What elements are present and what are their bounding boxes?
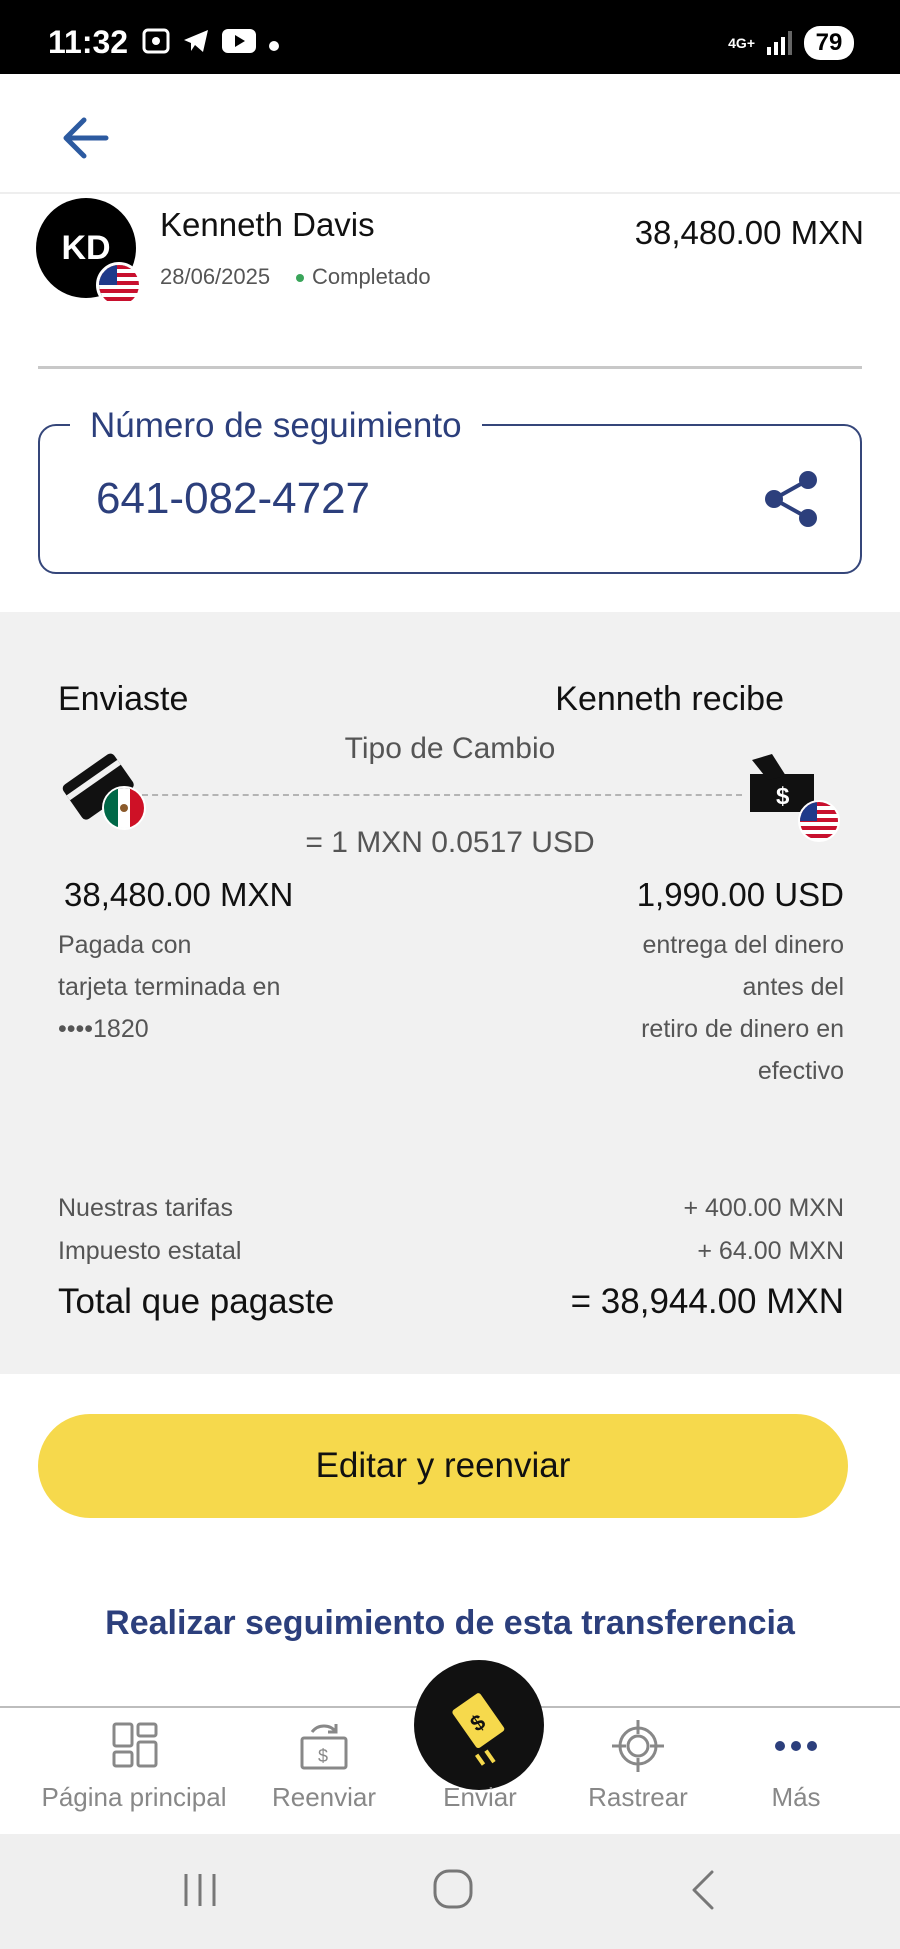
fees-value: + 400.00 MXN [683, 1194, 844, 1222]
share-button[interactable] [758, 466, 824, 532]
us-flag-icon [96, 262, 142, 308]
sent-title: Enviaste [58, 680, 189, 718]
payment-line: Pagada con [58, 931, 192, 959]
tracking-number[interactable]: 641-082-4727 [96, 474, 370, 524]
transfer-amount: 38,480.00 MXN [634, 214, 864, 251]
arrow-left-icon [63, 117, 109, 159]
nav-item-resend[interactable]: $ Reenviar [234, 1706, 414, 1834]
home-icon[interactable] [430, 1866, 476, 1912]
status-right: 4G+ 79 [728, 26, 854, 60]
target-icon [612, 1720, 664, 1772]
status-time: 11:32 [48, 24, 129, 60]
status-text: Completado [312, 264, 431, 289]
mx-flag-icon [102, 786, 146, 830]
received-amount: 1,990.00 USD [636, 876, 844, 913]
delivery-line: retiro de dinero en [641, 1015, 844, 1043]
nav-item-home[interactable]: Página principal [41, 1706, 227, 1834]
nav-label-track: Rastrear [588, 1782, 688, 1812]
track-transfer-link[interactable]: Realizar seguimiento de esta transferenc… [0, 1604, 900, 1643]
delivery-line: entrega del dinero [642, 931, 844, 959]
tax-value: + 64.00 MXN [697, 1237, 844, 1265]
nav-label-more: Más [771, 1782, 821, 1812]
status-bar: 11:32 4G+ 79 [0, 0, 900, 74]
delivery-line: antes del [742, 973, 844, 1001]
share-icon [765, 471, 817, 527]
back-button[interactable] [56, 108, 116, 168]
nav-label-home: Página principal [41, 1782, 227, 1812]
nav-item-track[interactable]: Rastrear [548, 1706, 728, 1834]
receive-title: Kenneth recibe [555, 680, 784, 718]
fees-label: Nuestras tarifas [58, 1194, 234, 1222]
notification-dot-icon [268, 31, 280, 59]
recipient-name: Kenneth Davis [160, 206, 375, 243]
nav-label-resend: Reenviar [271, 1782, 377, 1812]
resend-money-icon: $ [300, 1724, 348, 1770]
sent-amount: 38,480.00 MXN [64, 876, 294, 913]
total-label: Total que pagaste [58, 1282, 335, 1321]
network-indicator: 4G+ [728, 35, 755, 51]
screen-record-icon [142, 28, 170, 61]
nav-item-send[interactable]: Enviar [390, 1706, 570, 1834]
payment-method: Pagada con tarjeta terminada en ••••1820 [58, 924, 280, 1050]
back-nav-icon[interactable] [686, 1868, 722, 1912]
recent-apps-icon[interactable] [178, 1868, 222, 1912]
status-badge: Completado [296, 264, 431, 290]
delivery-line: efectivo [757, 1057, 844, 1085]
payment-line: tarjeta terminada en [58, 973, 281, 1001]
nav-label-send: Enviar [443, 1782, 517, 1812]
svg-text:$: $ [318, 1746, 328, 1766]
battery-indicator: 79 [804, 26, 854, 60]
signal-icon [767, 31, 792, 55]
nav-item-more[interactable]: Más [706, 1706, 886, 1834]
home-grid-icon [112, 1722, 158, 1768]
status-dot-icon [296, 274, 304, 283]
system-nav-bar [0, 1834, 900, 1949]
payment-line: ••••1820 [58, 1015, 149, 1043]
telegram-icon [182, 28, 210, 61]
rate-divider [142, 794, 742, 796]
divider [38, 366, 862, 369]
more-dots-icon [775, 1741, 817, 1751]
exchange-rate-value: = 1 MXN 0.0517 USD [305, 826, 595, 859]
tax-label: Impuesto estatal [58, 1237, 242, 1265]
transfer-date: 28/06/2025 [160, 264, 271, 289]
youtube-icon [222, 29, 256, 60]
delivery-method: entrega del dinero antes del retiro de d… [641, 924, 844, 1092]
tracking-label: Número de seguimiento [70, 406, 482, 446]
top-app-bar [0, 74, 900, 194]
status-icons [142, 28, 280, 61]
edit-resend-button[interactable]: Editar y reenviar [38, 1414, 848, 1518]
total-value: = 38,944.00 MXN [570, 1282, 844, 1321]
svg-text:$: $ [776, 783, 790, 810]
